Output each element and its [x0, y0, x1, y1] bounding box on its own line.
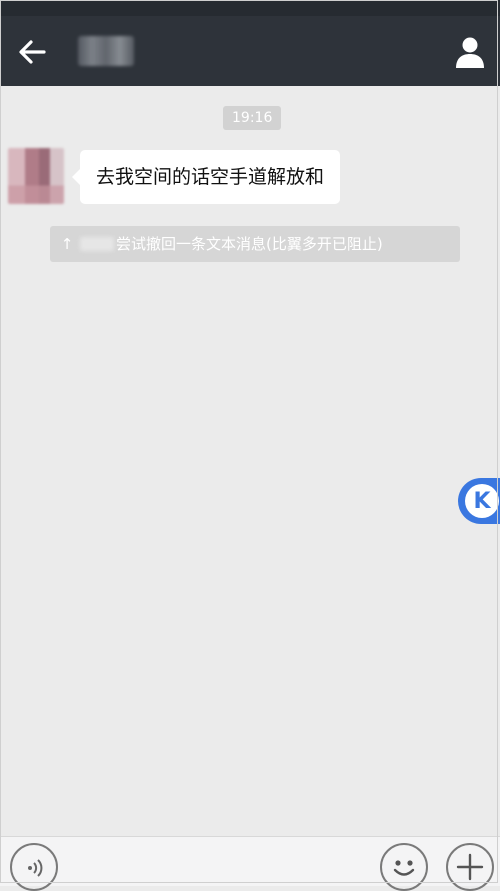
- chat-header: [0, 16, 500, 86]
- message-timestamp: 19:16: [223, 106, 282, 130]
- input-toolbar: [0, 836, 500, 891]
- contact-name-blurred: [78, 36, 134, 66]
- notice-text: 尝试撤回一条文本消息(比翼多开已阻止): [116, 235, 383, 253]
- profile-button[interactable]: [452, 34, 488, 70]
- more-functions-button[interactable]: [446, 843, 494, 891]
- contact-avatar[interactable]: [8, 148, 64, 204]
- up-arrow-icon: ↑: [60, 235, 74, 253]
- voice-input-button[interactable]: [10, 843, 58, 891]
- message-bubble[interactable]: 去我空间的话空手道解放和: [71, 150, 341, 204]
- person-icon: [456, 37, 484, 68]
- plus-icon: [456, 853, 484, 881]
- voice-icon: [28, 859, 43, 877]
- smiley-icon: [393, 860, 415, 876]
- k-logo-icon: K: [465, 484, 499, 518]
- arrow-left-icon: [19, 40, 46, 64]
- back-button[interactable]: [14, 36, 50, 68]
- chat-message-area[interactable]: 19:16 去我空间的话空手道解放和 ↑ 尝试撤回一条文本消息(比翼多开已阻止): [0, 86, 500, 836]
- emoji-button[interactable]: [380, 843, 428, 891]
- floating-k-button[interactable]: K: [458, 478, 500, 524]
- recall-blocked-notice: ↑ 尝试撤回一条文本消息(比翼多开已阻止): [50, 226, 460, 262]
- status-bar: [0, 0, 500, 16]
- notice-contact-blurred: [80, 237, 114, 251]
